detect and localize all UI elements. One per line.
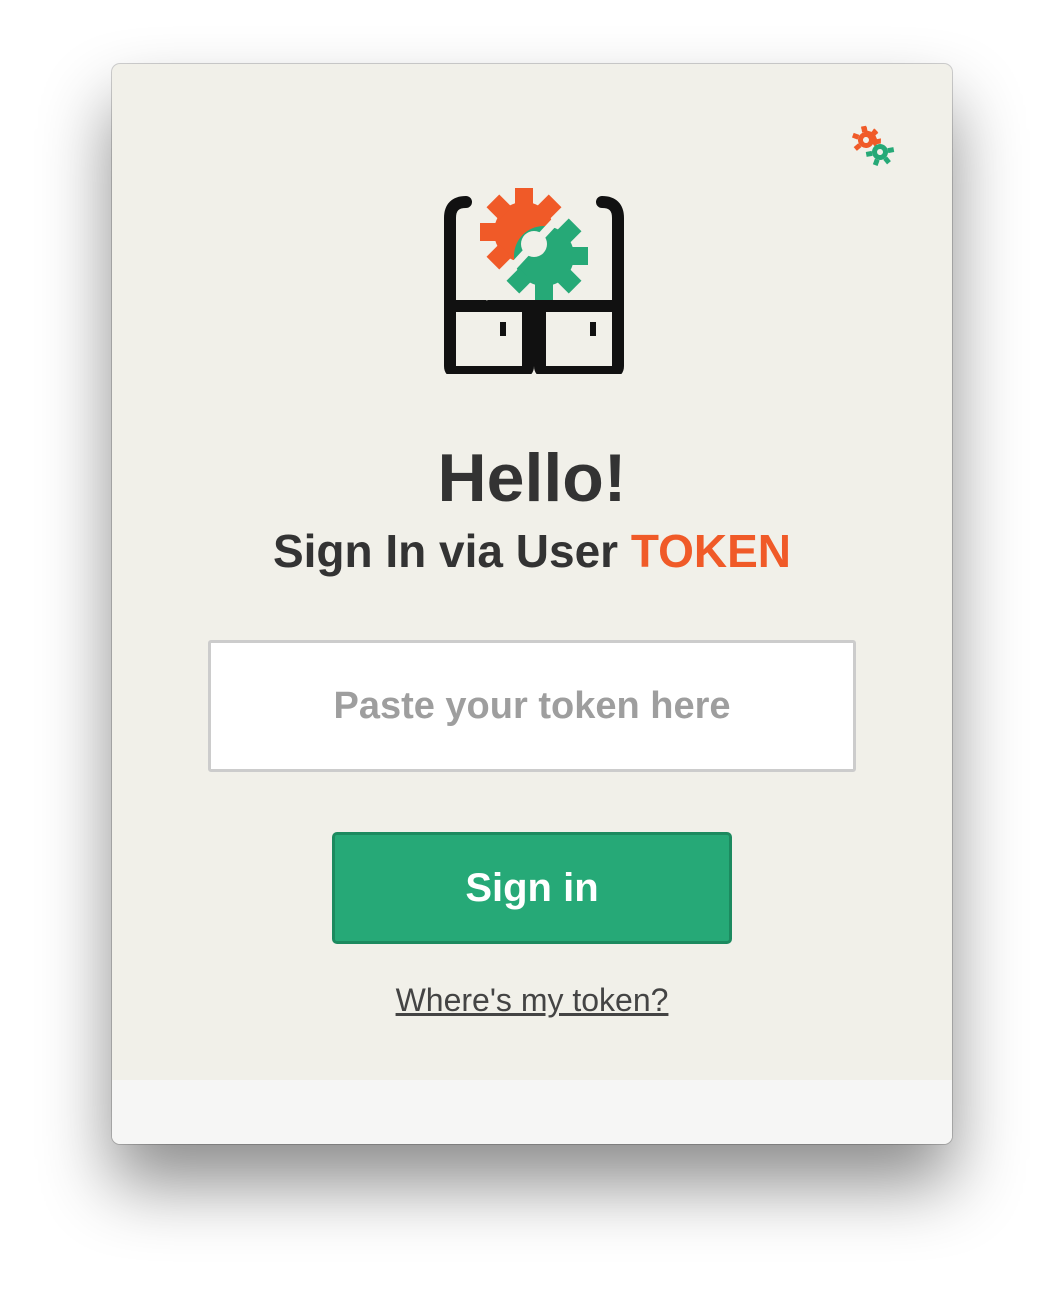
storage-gears-logo	[444, 188, 624, 374]
sign-in-window: Hello! Sign In via User TOKEN Sign in Wh…	[112, 64, 952, 1144]
gears-icon	[851, 125, 895, 167]
wheres-my-token-link[interactable]: Where's my token?	[112, 982, 952, 1019]
footer-strip	[112, 1080, 952, 1144]
subtitle-prefix: Sign In via User	[272, 525, 619, 577]
sign-in-subtitle: Sign In via User TOKEN	[112, 528, 952, 574]
sign-in-button[interactable]: Sign in	[332, 832, 732, 944]
token-input[interactable]	[208, 640, 856, 772]
subtitle-accent: TOKEN	[630, 525, 792, 577]
greeting-title: Hello!	[437, 440, 627, 516]
